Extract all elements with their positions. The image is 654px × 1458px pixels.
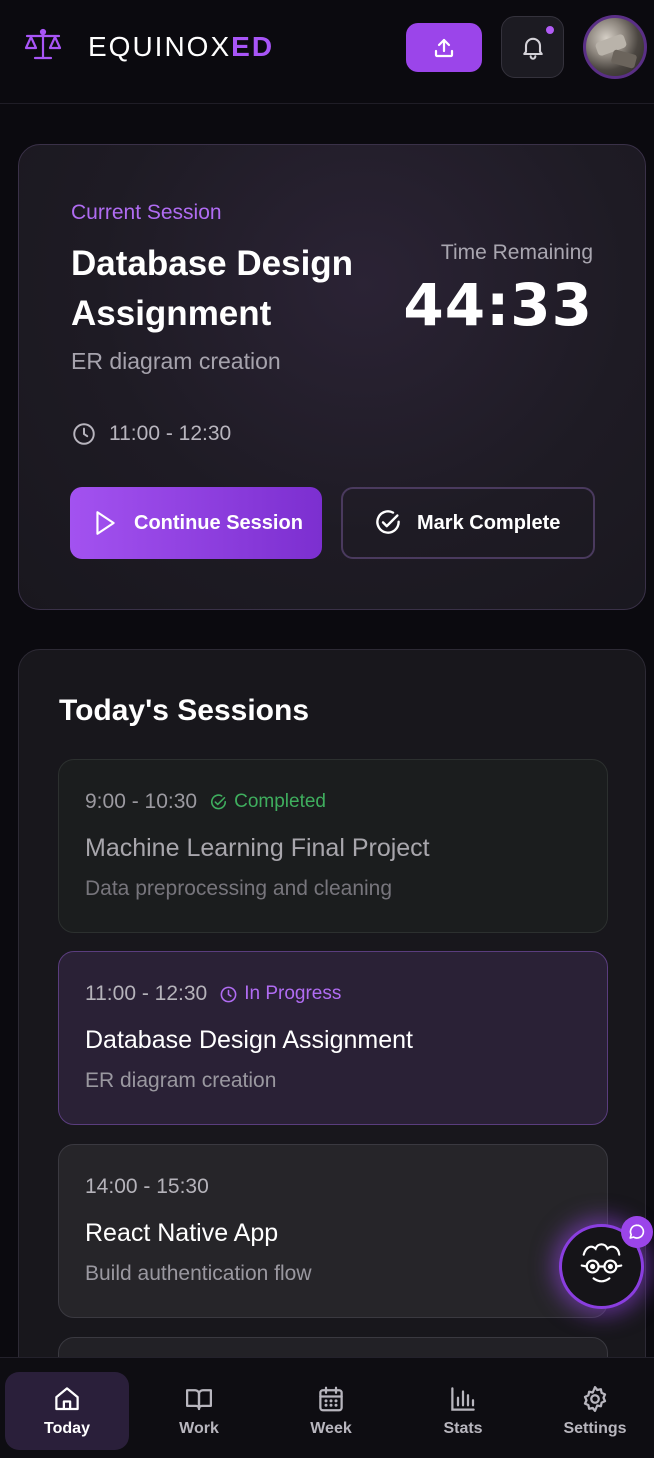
status-label: In Progress [244, 983, 342, 1004]
status-badge: In Progress [219, 983, 341, 1005]
nav-item-work[interactable]: Work [137, 1372, 261, 1450]
upload-button[interactable] [406, 23, 482, 72]
nav-label: Stats [443, 1420, 483, 1437]
notification-badge [544, 24, 556, 36]
nav-item-settings[interactable]: Settings [533, 1372, 654, 1450]
clock-icon [73, 423, 95, 445]
gear-icon [583, 1386, 607, 1412]
bottom-navigation: Today Work Week Stats Settings [0, 1357, 654, 1458]
continue-session-label: Continue Session [134, 511, 303, 534]
session-title: Database Design Assignment [85, 1026, 413, 1054]
time-remaining-label: Time Remaining [440, 241, 593, 264]
scales-logo-icon [24, 28, 62, 60]
nav-item-week[interactable]: Week [269, 1372, 393, 1450]
current-session-time: 11:00 - 12:30 [71, 421, 231, 447]
brand-name: EQUINOXED [88, 31, 275, 62]
status-label: Completed [234, 791, 326, 812]
session-title: React Native App [85, 1219, 279, 1247]
session-subtitle: Data preprocessing and cleaning [85, 877, 393, 900]
session-title: Machine Learning Final Project [85, 834, 430, 862]
home-icon [55, 1387, 79, 1411]
session-item[interactable]: 14:00 - 15:30 React Native App Build aut… [58, 1144, 608, 1318]
bell-icon [522, 37, 543, 60]
bar-chart-icon [451, 1387, 475, 1411]
session-time: 9:00 - 10:30 [85, 790, 198, 813]
session-subtitle: ER diagram creation [85, 1069, 277, 1092]
todays-sessions-title: Today's Sessions [59, 694, 310, 727]
mark-complete-label: Mark Complete [417, 511, 561, 534]
upload-icon [434, 38, 454, 57]
nav-label: Today [44, 1420, 90, 1437]
mark-complete-button[interactable]: Mark Complete [341, 487, 595, 559]
status-badge: Completed [209, 791, 326, 813]
user-avatar[interactable] [583, 15, 647, 79]
current-session-time-range: 11:00 - 12:30 [109, 422, 232, 445]
calendar-icon [319, 1386, 343, 1412]
session-meta: 11:00 - 12:30 In Progress [85, 982, 341, 1006]
chat-bubble-icon [629, 1224, 645, 1239]
session-meta: 9:00 - 10:30 Completed [85, 790, 326, 814]
chat-badge[interactable] [621, 1216, 653, 1248]
check-circle-icon [376, 510, 400, 534]
nav-label: Work [179, 1420, 219, 1437]
session-time: 14:00 - 15:30 [85, 1175, 209, 1198]
nav-label: Settings [563, 1420, 627, 1437]
session-item[interactable]: 9:00 - 10:30 Completed Machine Learning … [58, 759, 608, 933]
app-header: EQUINOXED [0, 0, 654, 104]
session-meta: 14:00 - 15:30 [85, 1175, 209, 1199]
nav-item-stats[interactable]: Stats [401, 1372, 525, 1450]
todays-sessions-card: Today's Sessions 9:00 - 10:30 Completed … [18, 649, 646, 1409]
session-subtitle: Build authentication flow [85, 1262, 312, 1285]
current-session-label: Current Session [71, 201, 222, 224]
book-icon [186, 1389, 212, 1411]
current-session-subtitle: ER diagram creation [71, 348, 281, 374]
check-circle-icon [211, 793, 227, 809]
clock-icon [220, 986, 237, 1002]
play-icon [96, 511, 115, 535]
nav-label: Week [310, 1420, 352, 1437]
time-remaining-value: 44:33 [403, 271, 593, 339]
notifications-button[interactable] [501, 16, 564, 78]
current-session-title: Database Design Assignment [71, 244, 354, 333]
current-session-card: Current Session Database Design Assignme… [18, 144, 646, 610]
session-item[interactable]: 11:00 - 12:30 In Progress Database Desig… [58, 951, 608, 1125]
session-time: 11:00 - 12:30 [85, 982, 208, 1005]
nav-item-today[interactable]: Today [5, 1372, 129, 1450]
continue-session-button[interactable]: Continue Session [70, 487, 322, 559]
